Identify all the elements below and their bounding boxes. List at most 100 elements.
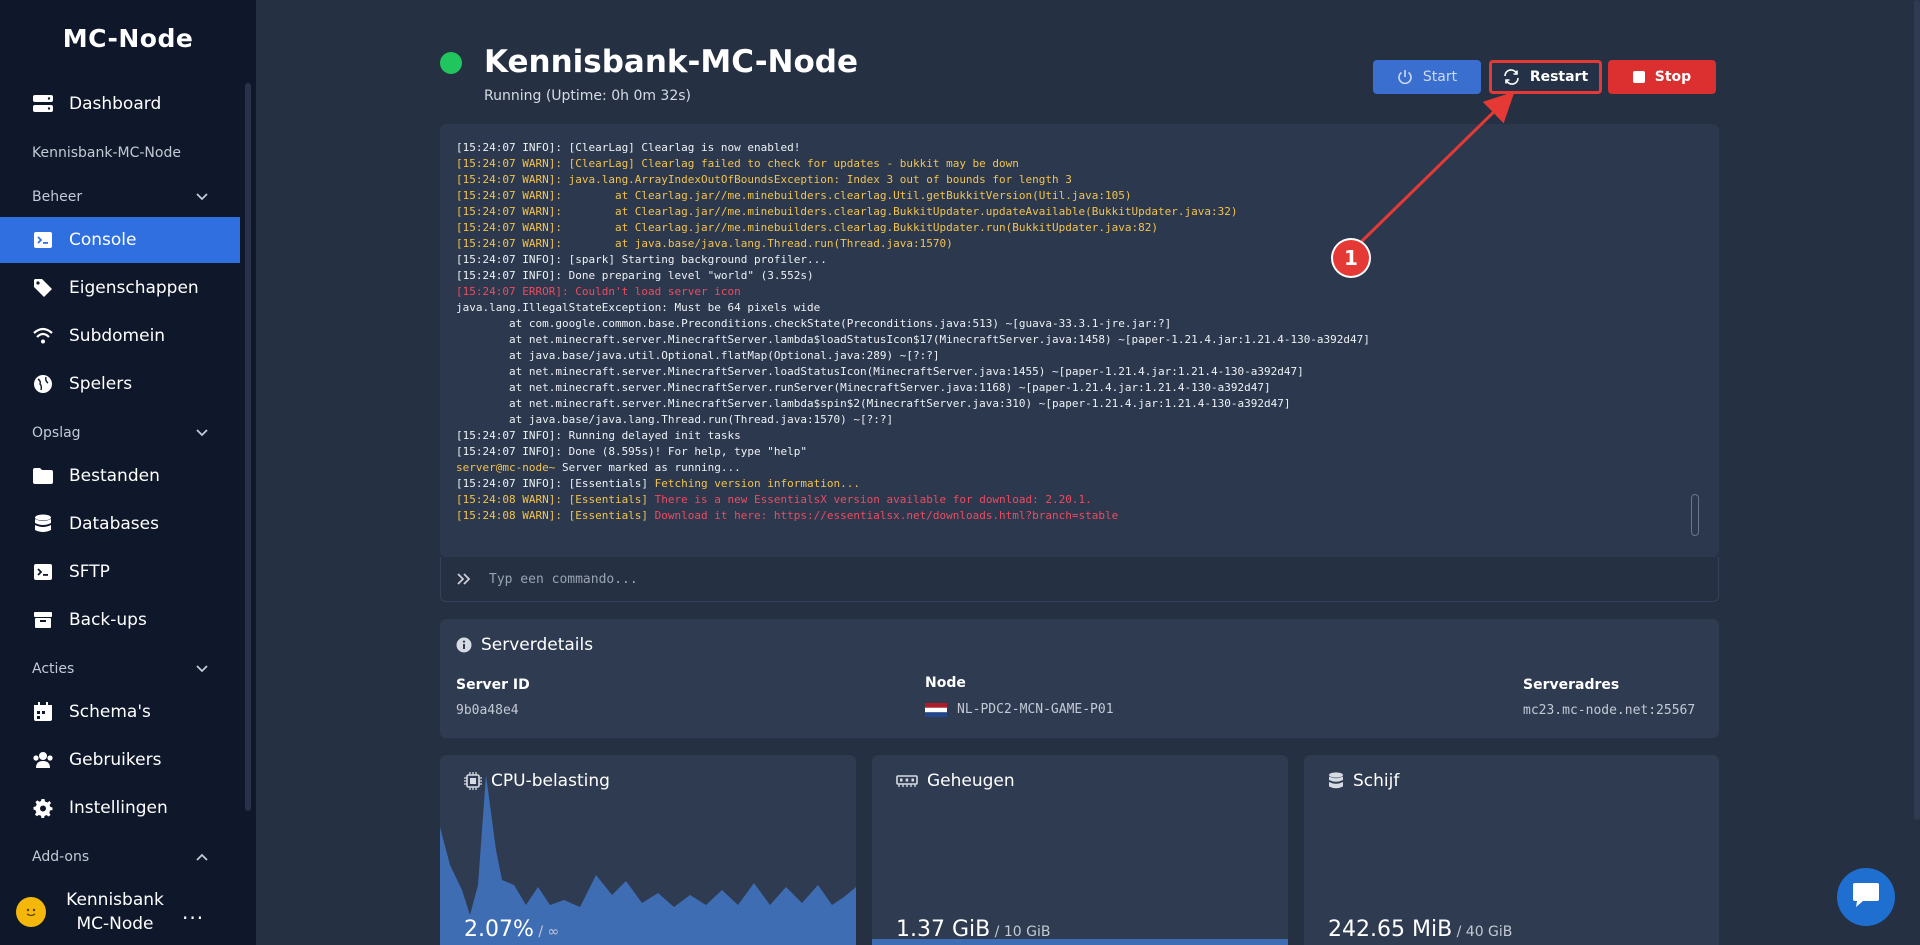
server-status-text: Running (Uptime: 0h 0m 32s) bbox=[484, 88, 692, 104]
console-line: [15:24:07 ERROR]: Couldn't load server i… bbox=[456, 285, 741, 298]
disk-card-label: Schijf bbox=[1353, 771, 1400, 791]
console-line: [15:24:07 INFO]: Done preparing level "w… bbox=[456, 269, 814, 282]
sidebar-section-opslag[interactable]: Opslag bbox=[32, 425, 208, 441]
start-button[interactable]: Start bbox=[1373, 60, 1481, 94]
console-line: java.lang.IllegalStateException: Must be… bbox=[456, 301, 821, 314]
command-input[interactable] bbox=[487, 570, 1591, 588]
sidebar-item-label: Databases bbox=[69, 514, 159, 534]
console-line: [15:24:07 INFO]: [ClearLag] Clearlag is … bbox=[456, 141, 801, 154]
memory-usage: 1.37 GiB bbox=[896, 917, 991, 942]
server-details-heading: Serverdetails bbox=[456, 635, 593, 655]
console-line: at com.google.common.base.Preconditions.… bbox=[456, 317, 1172, 330]
console-line: [15:24:07 WARN]: at java.base/java.lang.… bbox=[456, 237, 953, 250]
console-line: at net.minecraft.server.MinecraftServer.… bbox=[456, 381, 1271, 394]
disk-usage: 242.65 MiB bbox=[1328, 917, 1453, 942]
server-address-label: Serveradres bbox=[1523, 677, 1620, 693]
refresh-icon bbox=[1503, 69, 1520, 85]
sidebar-item-console[interactable]: Console bbox=[0, 217, 240, 263]
database-icon bbox=[1328, 772, 1344, 790]
status-indicator bbox=[440, 52, 462, 74]
server-stack-icon bbox=[31, 92, 55, 116]
sidebar-item-sftp[interactable]: SFTP bbox=[0, 549, 240, 595]
console-scrollbar[interactable] bbox=[1691, 494, 1699, 536]
console-line: server@mc-node~ Server marked as running… bbox=[456, 461, 741, 474]
sidebar-item-dashboard[interactable]: Dashboard bbox=[0, 81, 240, 127]
sidebar-item-subdomein[interactable]: Subdomein bbox=[0, 313, 240, 359]
sidebar-section-acties[interactable]: Acties bbox=[32, 661, 208, 677]
console-line: [15:24:07 WARN]: java.lang.ArrayIndexOut… bbox=[456, 173, 1072, 186]
sidebar-item-label: Back-ups bbox=[69, 610, 147, 630]
stop-button[interactable]: Stop bbox=[1608, 60, 1716, 94]
chevron-up-icon bbox=[196, 849, 208, 865]
user-name: Kennisbank MC-Node bbox=[66, 889, 164, 934]
sidebar-item-label: Schema's bbox=[69, 702, 151, 722]
chevron-down-icon bbox=[196, 189, 208, 205]
cpu-card: CPU-belasting 2.07% / ∞ bbox=[440, 755, 856, 945]
sidebar-item-spelers[interactable]: Spelers bbox=[0, 361, 240, 407]
disk-limit: / 40 GiB bbox=[1452, 924, 1513, 940]
sidebar-item-label: Console bbox=[69, 230, 137, 250]
memory-card-label: Geheugen bbox=[927, 771, 1015, 791]
console-line: [15:24:07 INFO]: [Essentials] Fetching v… bbox=[456, 477, 860, 490]
sidebar-item-label: Subdomein bbox=[69, 326, 166, 346]
power-icon bbox=[1397, 69, 1413, 85]
restart-button[interactable]: Restart bbox=[1489, 60, 1602, 94]
console-line: at net.minecraft.server.MinecraftServer.… bbox=[456, 365, 1304, 378]
sidebar-item-instellingen[interactable]: Instellingen bbox=[0, 785, 240, 831]
chevron-down-icon bbox=[196, 661, 208, 677]
console-line: [15:24:07 WARN]: at Clearlag.jar//me.min… bbox=[456, 205, 1238, 218]
gear-icon bbox=[31, 796, 55, 820]
console-line: [15:24:07 WARN]: at Clearlag.jar//me.min… bbox=[456, 221, 1158, 234]
sidebar-item-databases[interactable]: Databases bbox=[0, 501, 240, 547]
brand-logo[interactable]: MC-Node bbox=[0, 24, 256, 53]
sidebar-section-addons[interactable]: Add-ons bbox=[32, 849, 208, 865]
page-title: Kennisbank-MC-Node bbox=[484, 44, 859, 80]
cpu-value: 2.07% / ∞ bbox=[464, 917, 559, 942]
sidebar: MC-Node Dashboard Kennisbank-MC-Node Beh… bbox=[0, 0, 256, 945]
disk-card-title: Schijf bbox=[1328, 771, 1399, 791]
server-details-panel: Serverdetails Server ID 9b0a48e4 Node NL… bbox=[440, 619, 1719, 738]
avatar bbox=[16, 896, 46, 927]
more-options-icon[interactable]: ... bbox=[182, 900, 204, 924]
sidebar-item-label: SFTP bbox=[69, 562, 110, 582]
sidebar-item-label: Gebruikers bbox=[69, 750, 162, 770]
console-line: at net.minecraft.server.MinecraftServer.… bbox=[456, 397, 1291, 410]
cpu-card-title: CPU-belasting bbox=[464, 771, 610, 791]
sidebar-item-gebruikers[interactable]: Gebruikers bbox=[0, 737, 240, 783]
cpu-icon bbox=[464, 772, 482, 790]
sidebar-scrollbar[interactable] bbox=[245, 83, 251, 811]
folder-icon bbox=[31, 464, 55, 488]
console-line: at java.base/java.lang.Thread.run(Thread… bbox=[456, 413, 894, 426]
sidebar-server-name: Kennisbank-MC-Node bbox=[32, 145, 181, 161]
sidebar-item-schemas[interactable]: Schema's bbox=[0, 689, 240, 735]
server-address-value[interactable]: mc23.mc-node.net:25567 bbox=[1523, 703, 1695, 718]
server-id-label: Server ID bbox=[456, 677, 530, 693]
sidebar-item-eigenschappen[interactable]: Eigenschappen bbox=[0, 265, 240, 311]
wifi-icon bbox=[31, 324, 55, 348]
chevron-down-icon bbox=[196, 425, 208, 441]
disk-value: 242.65 MiB / 40 GiB bbox=[1328, 917, 1512, 942]
globe-icon bbox=[31, 372, 55, 396]
server-id-value: 9b0a48e4 bbox=[456, 703, 519, 718]
page-scrollbar[interactable] bbox=[1914, 0, 1920, 820]
node-name: NL-PDC2-MCN-GAME-P01 bbox=[957, 702, 1114, 717]
sidebar-item-bestanden[interactable]: Bestanden bbox=[0, 453, 240, 499]
terminal-icon bbox=[31, 228, 55, 252]
sidebar-item-backups[interactable]: Back-ups bbox=[0, 597, 240, 643]
chat-button[interactable] bbox=[1837, 868, 1895, 926]
console-line: [15:24:07 INFO]: Done (8.595s)! For help… bbox=[456, 445, 807, 458]
console-line: [15:24:07 WARN]: [ClearLag] Clearlag fai… bbox=[456, 157, 1019, 170]
user-menu[interactable]: Kennisbank MC-Node ... bbox=[0, 878, 256, 945]
console-line: [15:24:08 WARN]: [Essentials] There is a… bbox=[456, 493, 1092, 506]
section-label: Acties bbox=[32, 661, 75, 677]
sidebar-item-label: Bestanden bbox=[69, 466, 160, 486]
calendar-icon bbox=[31, 700, 55, 724]
console-line: [15:24:07 INFO]: [spark] Starting backgr… bbox=[456, 253, 827, 266]
sidebar-section-beheer[interactable]: Beheer bbox=[32, 189, 208, 205]
sidebar-item-label: Eigenschappen bbox=[69, 278, 199, 298]
terminal-icon bbox=[31, 560, 55, 584]
console-output[interactable]: [15:24:07 INFO]: [ClearLag] Clearlag is … bbox=[440, 124, 1719, 557]
console-line: at net.minecraft.server.MinecraftServer.… bbox=[456, 333, 1370, 346]
memory-value: 1.37 GiB / 10 GiB bbox=[896, 917, 1050, 942]
node-value: NL-PDC2-MCN-GAME-P01 bbox=[925, 702, 1114, 717]
